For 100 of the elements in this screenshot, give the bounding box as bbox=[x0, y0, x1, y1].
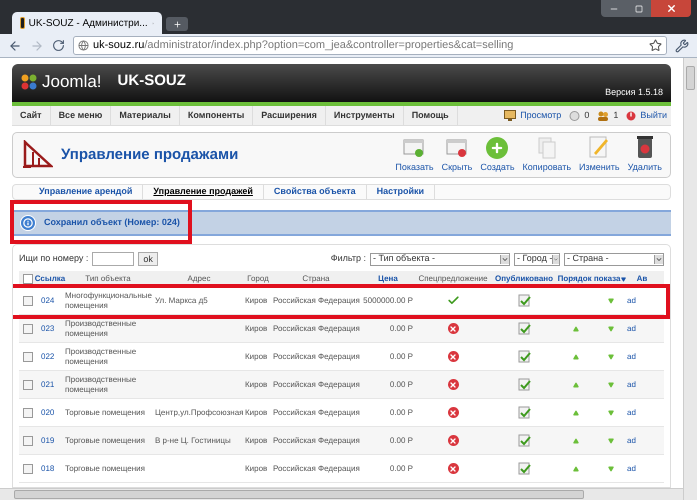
row-checkbox[interactable] bbox=[23, 436, 33, 446]
toolbar-button[interactable]: Показать bbox=[395, 137, 434, 175]
vertical-scrollbar[interactable] bbox=[683, 58, 697, 500]
id-link[interactable]: 022 bbox=[37, 350, 63, 362]
submenu-tab[interactable]: Управление продажей bbox=[143, 185, 264, 199]
plus-icon bbox=[172, 20, 182, 28]
table-cell-text: Российская Федерация bbox=[272, 406, 361, 418]
author-link[interactable]: ad bbox=[627, 406, 657, 418]
back-icon[interactable] bbox=[8, 38, 22, 52]
star-icon[interactable] bbox=[649, 39, 662, 52]
row-checkbox[interactable] bbox=[23, 408, 33, 418]
address-bar[interactable]: uk-souz.ru/administrator/index.php?option=com_jea&controller=properties&cat=selling bbox=[73, 36, 667, 55]
checked-page-icon[interactable] bbox=[518, 378, 530, 391]
move-down-icon[interactable] bbox=[608, 382, 614, 388]
author-link[interactable]: ad bbox=[627, 322, 657, 334]
row-checkbox[interactable] bbox=[23, 380, 33, 390]
id-link[interactable]: 020 bbox=[37, 406, 63, 418]
menu-item[interactable]: Сайт bbox=[12, 106, 51, 125]
column-header[interactable]: Опубликовано bbox=[491, 273, 557, 285]
checked-page-icon[interactable] bbox=[518, 434, 530, 447]
menu-item[interactable]: Материалы bbox=[111, 106, 180, 125]
forward-icon[interactable] bbox=[30, 38, 44, 52]
checked-page-icon[interactable] bbox=[518, 294, 530, 307]
move-up-icon[interactable] bbox=[573, 410, 579, 416]
browser-tab[interactable]: UK-SOUZ - Администри... bbox=[12, 12, 162, 34]
toolbar-button[interactable]: Скрыть bbox=[442, 137, 472, 175]
filter-select[interactable]: - Тип объекта - bbox=[370, 252, 510, 266]
author-link[interactable]: ad bbox=[627, 434, 657, 446]
submenu-tab[interactable]: Настройки bbox=[366, 185, 436, 199]
menu-item[interactable]: Компоненты bbox=[180, 106, 254, 125]
column-header[interactable]: Порядок показа bbox=[557, 273, 627, 285]
author-link[interactable]: ad bbox=[627, 350, 657, 362]
menu-item[interactable]: Все меню bbox=[50, 106, 112, 125]
x-circle-icon[interactable] bbox=[448, 323, 458, 334]
author-link[interactable]: ad bbox=[627, 294, 657, 306]
move-down-icon[interactable] bbox=[608, 410, 614, 416]
select-all-checkbox[interactable] bbox=[23, 274, 33, 284]
move-down-icon[interactable] bbox=[608, 438, 614, 444]
status-link[interactable]: 1 bbox=[613, 108, 618, 122]
table-cell-text: Центр,ул.Профсоюзная bbox=[154, 406, 244, 418]
column-header[interactable]: Ав bbox=[627, 273, 657, 285]
row-checkbox[interactable] bbox=[23, 324, 33, 334]
move-down-icon[interactable] bbox=[608, 354, 614, 360]
new-tab-button[interactable] bbox=[166, 17, 188, 31]
menu-item[interactable]: Расширения bbox=[253, 106, 326, 125]
checked-page-icon[interactable] bbox=[518, 462, 530, 475]
check-icon[interactable] bbox=[446, 294, 460, 307]
x-circle-icon[interactable] bbox=[448, 379, 458, 390]
move-up-icon[interactable] bbox=[573, 382, 579, 388]
checked-page-icon[interactable] bbox=[518, 322, 530, 335]
filter-select[interactable]: - Страна - bbox=[564, 252, 664, 266]
status-link[interactable]: Выйти bbox=[640, 108, 667, 122]
row-checkbox[interactable] bbox=[23, 464, 33, 474]
wrench-icon[interactable] bbox=[675, 38, 689, 52]
x-circle-icon[interactable] bbox=[448, 351, 458, 362]
move-down-icon[interactable] bbox=[608, 298, 614, 304]
author-link[interactable]: ad bbox=[627, 378, 657, 390]
flower-logo-icon bbox=[20, 72, 38, 90]
submenu-tab[interactable]: Свойства объекта bbox=[264, 185, 367, 199]
id-link[interactable]: 018 bbox=[37, 462, 63, 474]
checked-page-icon[interactable] bbox=[518, 350, 530, 363]
author-link[interactable]: ad bbox=[627, 462, 657, 474]
move-up-icon[interactable] bbox=[573, 438, 579, 444]
toolbar-button[interactable]: Создать bbox=[480, 137, 515, 175]
id-link[interactable]: 021 bbox=[37, 378, 63, 390]
move-up-icon[interactable] bbox=[573, 466, 579, 472]
move-down-icon[interactable] bbox=[608, 466, 614, 472]
x-circle-icon[interactable] bbox=[448, 407, 458, 418]
status-link[interactable]: 0 bbox=[584, 108, 590, 122]
id-link[interactable]: 019 bbox=[37, 434, 63, 446]
x-circle-icon[interactable] bbox=[448, 435, 458, 446]
status-link[interactable]: Просмотр bbox=[520, 108, 562, 122]
id-link[interactable]: 024 bbox=[37, 294, 63, 306]
move-down-icon[interactable] bbox=[608, 326, 614, 332]
reload-icon[interactable] bbox=[52, 39, 65, 52]
horizontal-scrollbar[interactable] bbox=[0, 488, 683, 500]
menu-item[interactable]: Инструменты bbox=[326, 106, 404, 125]
search-field[interactable] bbox=[92, 252, 134, 266]
toolbar-button[interactable]: Удалить bbox=[628, 135, 662, 175]
filter-select[interactable]: - Город - bbox=[514, 252, 560, 266]
move-up-icon[interactable] bbox=[573, 354, 579, 360]
maximize-button[interactable] bbox=[627, 0, 651, 17]
sort-icon bbox=[621, 276, 626, 282]
checked-page-icon[interactable] bbox=[518, 406, 530, 419]
table-cell-text: 0.00 Р bbox=[388, 378, 414, 390]
column-header: Страна bbox=[301, 273, 331, 285]
column-header[interactable]: Цена bbox=[361, 273, 415, 285]
row-checkbox[interactable] bbox=[23, 352, 33, 362]
toolbar-button[interactable]: Копировать bbox=[522, 137, 572, 175]
submenu-tab[interactable]: Управление арендой bbox=[29, 185, 144, 199]
move-up-icon[interactable] bbox=[573, 326, 579, 332]
table-cell-text: Производственные помещения bbox=[64, 374, 138, 394]
ok-button[interactable]: ok bbox=[138, 252, 158, 266]
close-button[interactable] bbox=[651, 0, 691, 17]
id-link[interactable]: 023 bbox=[37, 322, 63, 334]
toolbar-button[interactable]: Изменить bbox=[579, 135, 620, 175]
menu-item[interactable]: Помощь bbox=[404, 106, 458, 125]
row-checkbox[interactable] bbox=[23, 296, 33, 306]
column-header[interactable]: Ссылка bbox=[37, 273, 63, 285]
x-circle-icon[interactable] bbox=[448, 463, 458, 474]
